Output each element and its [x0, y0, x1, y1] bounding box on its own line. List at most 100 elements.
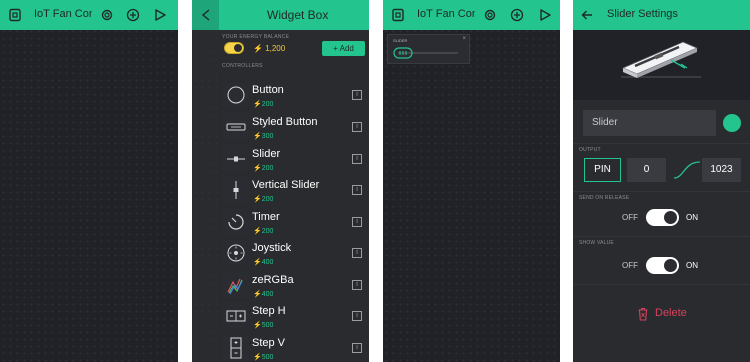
min-value-field[interactable]: 0 [627, 158, 666, 182]
info-icon[interactable]: i [352, 280, 362, 290]
widget-item-vertical-slider[interactable]: Vertical Slider ⚡200 i [222, 176, 369, 206]
widget-name: Styled Button [252, 116, 318, 128]
widget-item-joystick[interactable]: Joystick ⚡400 i [222, 239, 369, 269]
widget-item-slider[interactable]: Slider ⚡200 i [222, 145, 369, 175]
show-value-label: SHOW VALUE [579, 240, 614, 246]
zergba-icon [223, 272, 249, 298]
energy-balance: ⚡ 1,200 [253, 44, 286, 53]
info-icon[interactable]: i [352, 343, 362, 353]
slider-icon [223, 146, 249, 172]
widget-name: Step V [252, 337, 286, 349]
info-icon[interactable]: i [352, 90, 362, 100]
project-toolbar: IoT Fan Contro [0, 0, 178, 30]
add-icon[interactable] [126, 8, 140, 22]
energy-balance-value: 1,200 [265, 44, 286, 53]
pin-select-button[interactable]: PIN [584, 158, 621, 182]
project-title: IoT Fan Contro [34, 8, 92, 20]
info-icon[interactable]: i [352, 154, 362, 164]
widget-name: Joystick [252, 242, 292, 254]
divider [573, 236, 750, 237]
settings-icon[interactable] [483, 8, 497, 22]
widget-price: ⚡200 [253, 196, 274, 203]
info-icon[interactable]: i [352, 248, 362, 258]
widget-box-title: Widget Box [267, 8, 329, 22]
output-section-label: OUTPUT [579, 147, 601, 153]
device-icon[interactable] [391, 8, 405, 22]
widget-name: Slider [252, 148, 281, 160]
delete-button[interactable]: Delete [655, 307, 687, 319]
widget-name-value: Slider [592, 117, 618, 128]
divider [573, 284, 750, 285]
info-icon[interactable]: i [352, 185, 362, 195]
widget-name: Timer [252, 211, 280, 223]
widget-name: Step H [252, 305, 286, 317]
device-icon[interactable] [8, 8, 22, 22]
widget-price: ⚡400 [253, 291, 274, 298]
divider [573, 143, 750, 144]
send-on-release-toggle[interactable] [646, 209, 679, 226]
widget-item-zergba[interactable]: zeRGBa ⚡400 i [222, 271, 369, 301]
widget-name: Vertical Slider [252, 179, 320, 191]
widget-color-picker[interactable] [723, 114, 741, 132]
range-curve-icon [673, 161, 701, 179]
widget-price: ⚡500 [253, 354, 274, 361]
info-icon[interactable]: i [352, 122, 362, 132]
max-value-field[interactable]: 1023 [702, 158, 741, 182]
controllers-section-label: CONTROLLERS [222, 63, 263, 69]
phone-project-canvas: IoT Fan Contro [0, 0, 178, 362]
toggle-on-label: ON [686, 261, 698, 270]
widget-box-left-strip[interactable] [192, 0, 219, 362]
settings-header: Slider Settings [573, 0, 750, 30]
info-icon[interactable]: i [352, 311, 362, 321]
styled-button-icon [223, 114, 249, 140]
settings-icon[interactable] [100, 8, 114, 22]
toggle-off-label: OFF [622, 213, 638, 222]
widget-name: zeRGBa [252, 274, 294, 286]
back-arrow-icon[interactable] [580, 8, 594, 22]
widget-item-timer[interactable]: Timer ⚡200 i [222, 208, 369, 238]
play-icon[interactable] [153, 8, 167, 22]
settings-title: Slider Settings [607, 8, 678, 20]
project-toolbar: IoT Fan Contro [383, 0, 560, 30]
widget-price: ⚡200 [253, 228, 274, 235]
widget-preview [573, 30, 750, 100]
collapse-arrow-icon[interactable] [199, 8, 213, 22]
widget-price: ⚡300 [253, 133, 274, 140]
toggle-off-label: OFF [622, 261, 638, 270]
step-h-icon [223, 303, 249, 329]
widget-price: ⚡200 [253, 101, 274, 108]
slider-widget[interactable]: SLIDER × [387, 34, 470, 64]
slider-widget-track[interactable] [388, 35, 471, 65]
show-value-toggle[interactable] [646, 257, 679, 274]
info-icon[interactable]: i [352, 217, 362, 227]
widget-item-styled-button[interactable]: Styled Button ⚡300 i [222, 113, 369, 143]
divider [573, 191, 750, 192]
timer-icon [223, 209, 249, 235]
widget-item-step-v[interactable]: Step V ⚡500 i [222, 334, 369, 362]
toggle-on-label: ON [686, 213, 698, 222]
widget-name: Button [252, 84, 284, 96]
button-icon [223, 82, 249, 108]
add-energy-button[interactable]: + Add [322, 41, 365, 56]
widget-item-step-h[interactable]: Step H ⚡500 i [222, 302, 369, 332]
vertical-slider-icon [223, 177, 249, 203]
widget-price: ⚡400 [253, 259, 274, 266]
widget-box-header: Widget Box [192, 0, 369, 30]
send-on-release-label: SEND ON RELEASE [579, 195, 630, 201]
play-icon[interactable] [538, 8, 552, 22]
widget-item-button[interactable]: Button ⚡200 i [222, 81, 369, 111]
phone-widget-box: Widget Box YOUR ENERGY BALANCE ⚡ 1,200 +… [192, 0, 369, 362]
widget-price: ⚡500 [253, 322, 274, 329]
step-v-icon [223, 335, 249, 361]
phone-project-with-slider: IoT Fan Contro SLIDER × [383, 0, 560, 362]
widget-name-field[interactable]: Slider [583, 110, 716, 136]
add-icon[interactable] [510, 8, 524, 22]
energy-balance-label: YOUR ENERGY BALANCE [222, 34, 290, 40]
phone-slider-settings: Slider Settings Slider OUTPUT PIN 0 1023… [573, 0, 750, 362]
battery-icon [224, 42, 244, 54]
widget-price: ⚡200 [253, 165, 274, 172]
trash-icon[interactable] [636, 306, 650, 322]
joystick-icon [223, 240, 249, 266]
slider-device-illustration [621, 41, 701, 78]
project-title: IoT Fan Contro [417, 8, 475, 20]
